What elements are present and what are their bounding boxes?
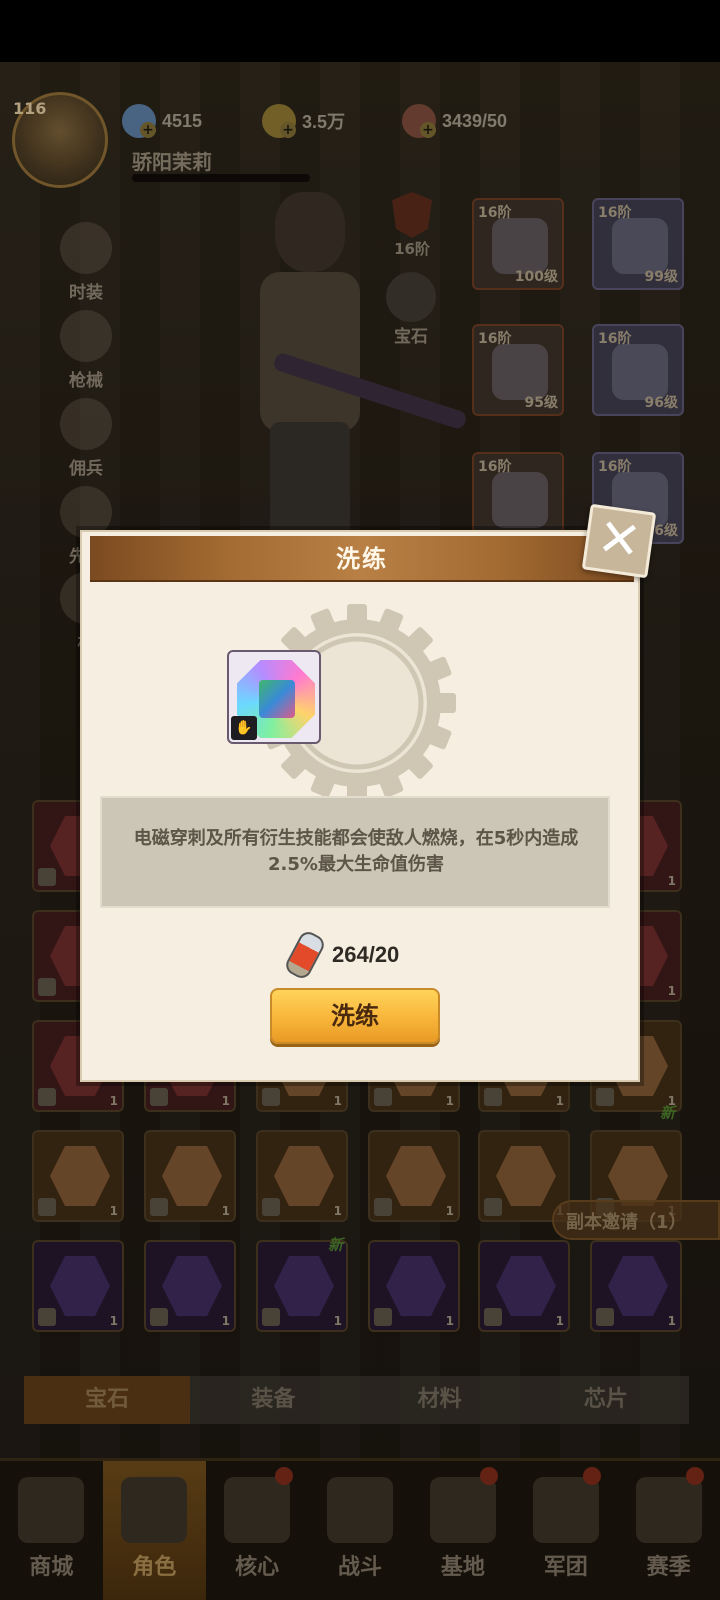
- dialog-title: 洗练: [336, 545, 388, 573]
- refine-button[interactable]: 洗练: [270, 988, 440, 1044]
- refine-cost-value: 264/20: [332, 942, 400, 967]
- refine-button-label: 洗练: [331, 1002, 379, 1030]
- close-icon: ✕: [593, 507, 645, 573]
- rainbow-gem-icon[interactable]: ✋: [227, 650, 321, 744]
- gem-description: 电磁穿刺及所有衍生技能都会使敌人燃烧，在5秒内造成2.5%最大生命值伤害: [133, 828, 579, 875]
- refine-tube-icon: [282, 928, 328, 982]
- refine-cost: 264/20: [282, 928, 400, 982]
- close-button[interactable]: ✕: [581, 503, 657, 579]
- refine-dialog: 洗练 ✋ 电磁穿刺及所有衍生技能都会使敌人燃烧，在5秒内造成2.5%最大生命值伤…: [80, 530, 640, 1082]
- description-box: 电磁穿刺及所有衍生技能都会使敌人燃烧，在5秒内造成2.5%最大生命值伤害: [100, 796, 610, 908]
- gem-core: [259, 680, 295, 718]
- glove-slot-icon: ✋: [231, 716, 257, 740]
- dialog-header: 洗练: [90, 536, 634, 582]
- status-bar: [0, 0, 720, 62]
